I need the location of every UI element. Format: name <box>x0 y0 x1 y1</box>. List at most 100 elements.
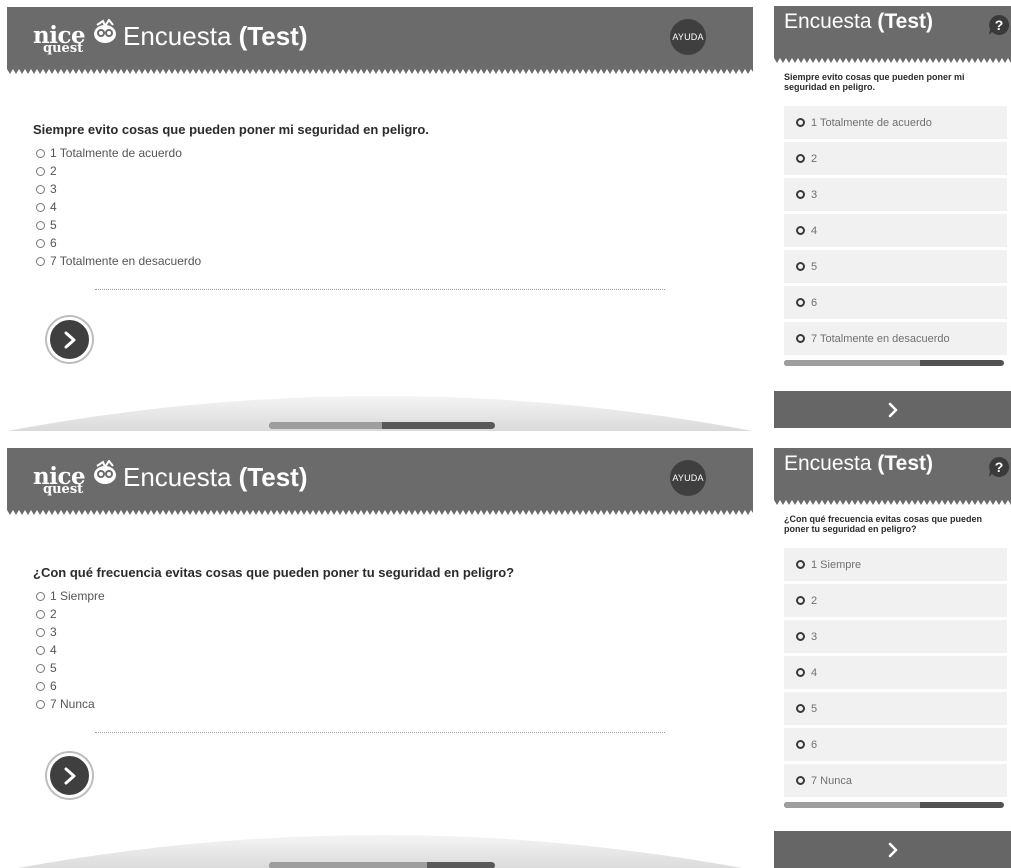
page-title: Encuesta (Test) <box>123 462 308 492</box>
radio-icon[interactable] <box>36 609 45 619</box>
radio-icon[interactable] <box>36 256 45 266</box>
next-button[interactable] <box>774 391 1011 428</box>
radio-icon[interactable] <box>36 645 45 655</box>
nicequest-logo: nice quest <box>33 460 121 502</box>
next-button[interactable] <box>774 831 1011 868</box>
option-label: 7 Nunca <box>811 774 852 787</box>
radio-icon[interactable] <box>796 632 805 641</box>
option-5[interactable]: 5 <box>784 250 1007 283</box>
radio-icon[interactable] <box>796 596 805 605</box>
radio-icon[interactable] <box>796 298 805 307</box>
option-2[interactable]: 2 <box>784 142 1007 175</box>
radio-icon[interactable] <box>796 262 805 271</box>
question-mark-icon[interactable]: ? <box>987 13 1011 37</box>
radio-icon[interactable] <box>36 202 45 212</box>
chevron-right-icon <box>64 331 75 348</box>
svg-text:?: ? <box>995 17 1004 33</box>
option-4[interactable]: 4 <box>784 214 1007 247</box>
radio-icon[interactable] <box>796 740 805 749</box>
option-3[interactable]: 3 <box>36 180 201 198</box>
radio-icon[interactable] <box>36 148 45 158</box>
option-label: 4 <box>811 666 818 679</box>
radio-icon[interactable] <box>796 118 805 127</box>
radio-icon[interactable] <box>36 681 45 691</box>
header-bar: Encuesta (Test) ? <box>774 448 1011 505</box>
option-label: 2 <box>50 607 57 621</box>
radio-icon[interactable] <box>36 166 45 176</box>
radio-icon[interactable] <box>796 560 805 569</box>
radio-icon[interactable] <box>36 627 45 637</box>
radio-icon[interactable] <box>36 591 45 601</box>
option-6[interactable]: 6 <box>784 728 1007 761</box>
radio-icon[interactable] <box>36 663 45 673</box>
option-label: 7 Totalmente en desacuerdo <box>50 254 202 268</box>
question-text: ¿Con qué frecuencia evitas cosas que pue… <box>33 565 515 580</box>
option-3[interactable]: 3 <box>36 623 105 641</box>
option-label: 5 <box>50 661 57 675</box>
option-label: 5 <box>811 260 818 273</box>
radio-icon[interactable] <box>36 699 45 709</box>
progress-fill <box>784 360 921 366</box>
option-7[interactable]: 7 Totalmente en desacuerdo <box>784 322 1007 355</box>
radio-icon[interactable] <box>796 776 805 785</box>
chevron-right-icon <box>888 402 897 417</box>
option-7[interactable]: 7 Nunca <box>36 695 105 713</box>
option-1[interactable]: 1 Siempre <box>36 587 105 605</box>
option-label: 4 <box>50 643 57 657</box>
dotted-divider <box>95 289 665 290</box>
option-4[interactable]: 4 <box>784 656 1007 689</box>
progress-fill <box>269 862 428 868</box>
option-5[interactable]: 5 <box>36 659 105 677</box>
option-label: 2 <box>811 152 818 165</box>
option-1[interactable]: 1 Totalmente de acuerdo <box>36 144 201 162</box>
progress-bar <box>269 862 495 868</box>
option-2[interactable]: 2 <box>784 584 1007 617</box>
question-mark-icon[interactable]: ? <box>987 455 1011 479</box>
option-2[interactable]: 2 <box>36 605 105 623</box>
radio-icon[interactable] <box>36 220 45 230</box>
radio-icon[interactable] <box>36 184 45 194</box>
next-button[interactable] <box>47 753 92 798</box>
radio-icon[interactable] <box>796 668 805 677</box>
option-1[interactable]: 1 Siempre <box>784 548 1007 581</box>
progress-fill <box>269 422 382 429</box>
help-button[interactable]: AYUDA <box>670 19 706 55</box>
dotted-divider <box>95 732 665 733</box>
option-2[interactable]: 2 <box>36 162 201 180</box>
option-3[interactable]: 3 <box>784 178 1007 211</box>
option-1[interactable]: 1 Totalmente de acuerdo <box>784 106 1007 139</box>
option-label: 1 Totalmente de acuerdo <box>811 116 932 129</box>
logo-text-quest: quest <box>43 41 84 56</box>
header-zigzag-edge <box>774 500 1011 505</box>
help-button[interactable]: AYUDA <box>670 460 706 496</box>
radio-icon[interactable] <box>796 334 805 343</box>
option-6[interactable]: 6 <box>36 677 105 695</box>
svg-text:?: ? <box>995 459 1004 475</box>
mobile-survey-screen-2: Encuesta (Test) ? ¿Con qué frecuencia ev… <box>774 448 1011 868</box>
option-label: 1 Totalmente de acuerdo <box>50 146 182 160</box>
radio-icon[interactable] <box>36 238 45 248</box>
option-3[interactable]: 3 <box>784 620 1007 653</box>
option-4[interactable]: 4 <box>36 198 201 216</box>
radio-icon[interactable] <box>796 226 805 235</box>
option-7[interactable]: 7 Nunca <box>784 764 1007 797</box>
radio-icon[interactable] <box>796 190 805 199</box>
radio-icon[interactable] <box>796 154 805 163</box>
header-bar: Encuesta (Test) ? <box>774 6 1011 63</box>
option-5[interactable]: 5 <box>36 216 201 234</box>
option-7[interactable]: 7 Totalmente en desacuerdo <box>36 252 201 270</box>
option-6[interactable]: 6 <box>36 234 201 252</box>
option-label: 6 <box>811 738 818 751</box>
logo-text-quest: quest <box>43 482 84 497</box>
option-label: 3 <box>50 182 57 196</box>
chevron-right-icon <box>888 842 897 857</box>
next-button[interactable] <box>47 317 92 362</box>
option-4[interactable]: 4 <box>36 641 105 659</box>
owl-logo-icon <box>94 460 116 484</box>
radio-icon[interactable] <box>796 704 805 713</box>
option-label: 4 <box>50 200 57 214</box>
progress-bar <box>269 422 495 429</box>
header-bar: nice quest Encuesta (Test) AYUDA <box>7 448 753 515</box>
option-6[interactable]: 6 <box>784 286 1007 319</box>
option-5[interactable]: 5 <box>784 692 1007 725</box>
